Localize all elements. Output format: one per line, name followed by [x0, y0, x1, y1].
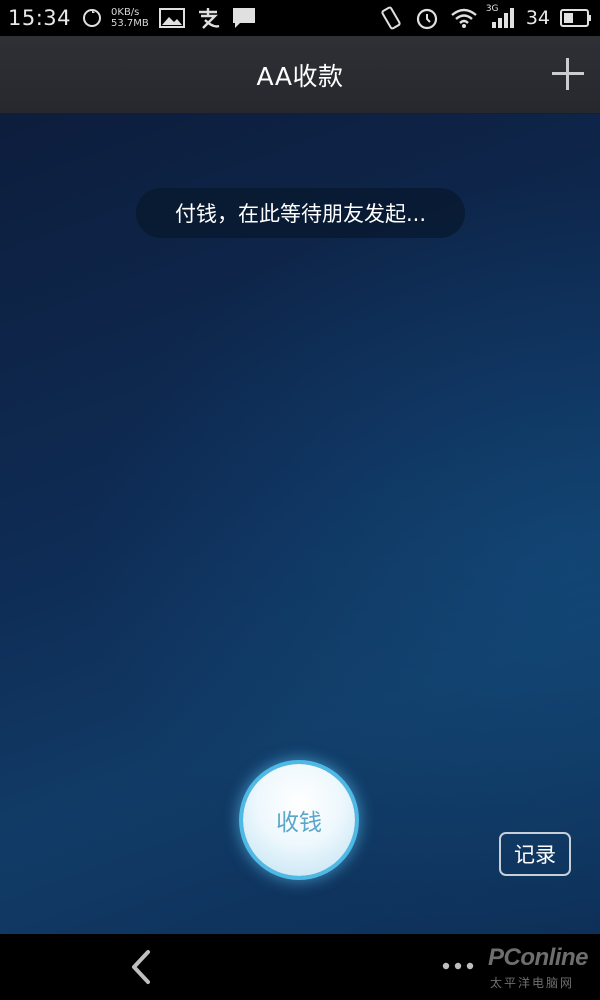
battery-level: 34	[525, 7, 550, 29]
image-icon	[158, 7, 185, 29]
network-type: 3G	[485, 4, 499, 14]
net-speed-up: 0KB/s	[111, 7, 140, 18]
watermark-brand: PConline	[488, 944, 589, 971]
more-dots-icon[interactable]	[440, 958, 480, 974]
main-area: 付钱，在此等待朋友发起... 收钱 记录	[0, 114, 600, 934]
collect-money-label: 收钱	[276, 810, 322, 836]
wifi-icon	[450, 7, 478, 29]
notification-icons: 0KB/s 53.7MB	[81, 6, 257, 30]
clock: 15:34	[8, 6, 72, 30]
signal-icon: 3G	[485, 4, 516, 30]
plus-icon[interactable]	[550, 56, 586, 92]
net-speed: 0KB/s 53.7MB	[111, 7, 149, 29]
system-icons: 3G 34	[378, 0, 592, 36]
collect-money-button[interactable]: 收钱	[243, 764, 355, 876]
back-arrow-icon[interactable]	[124, 948, 158, 986]
alarm-icon	[414, 5, 440, 31]
battery-icon	[560, 8, 592, 28]
watermark-logo: PConline 太平洋电脑网	[488, 938, 598, 998]
net-speed-down: 53.7MB	[111, 18, 149, 29]
vibrate-icon	[378, 5, 404, 31]
alipay-icon	[195, 6, 221, 30]
title-bar: AA收款	[0, 36, 600, 114]
record-button[interactable]: 记录	[499, 832, 571, 876]
page-title: AA收款	[256, 61, 344, 91]
waiting-message: 付钱，在此等待朋友发起...	[136, 188, 465, 238]
message-icon	[231, 6, 257, 30]
sync-icon	[81, 7, 103, 29]
status-bar: 15:34 0KB/s 53.7MB 3G 34	[0, 0, 600, 36]
watermark-subtitle: 太平洋电脑网	[490, 976, 575, 990]
